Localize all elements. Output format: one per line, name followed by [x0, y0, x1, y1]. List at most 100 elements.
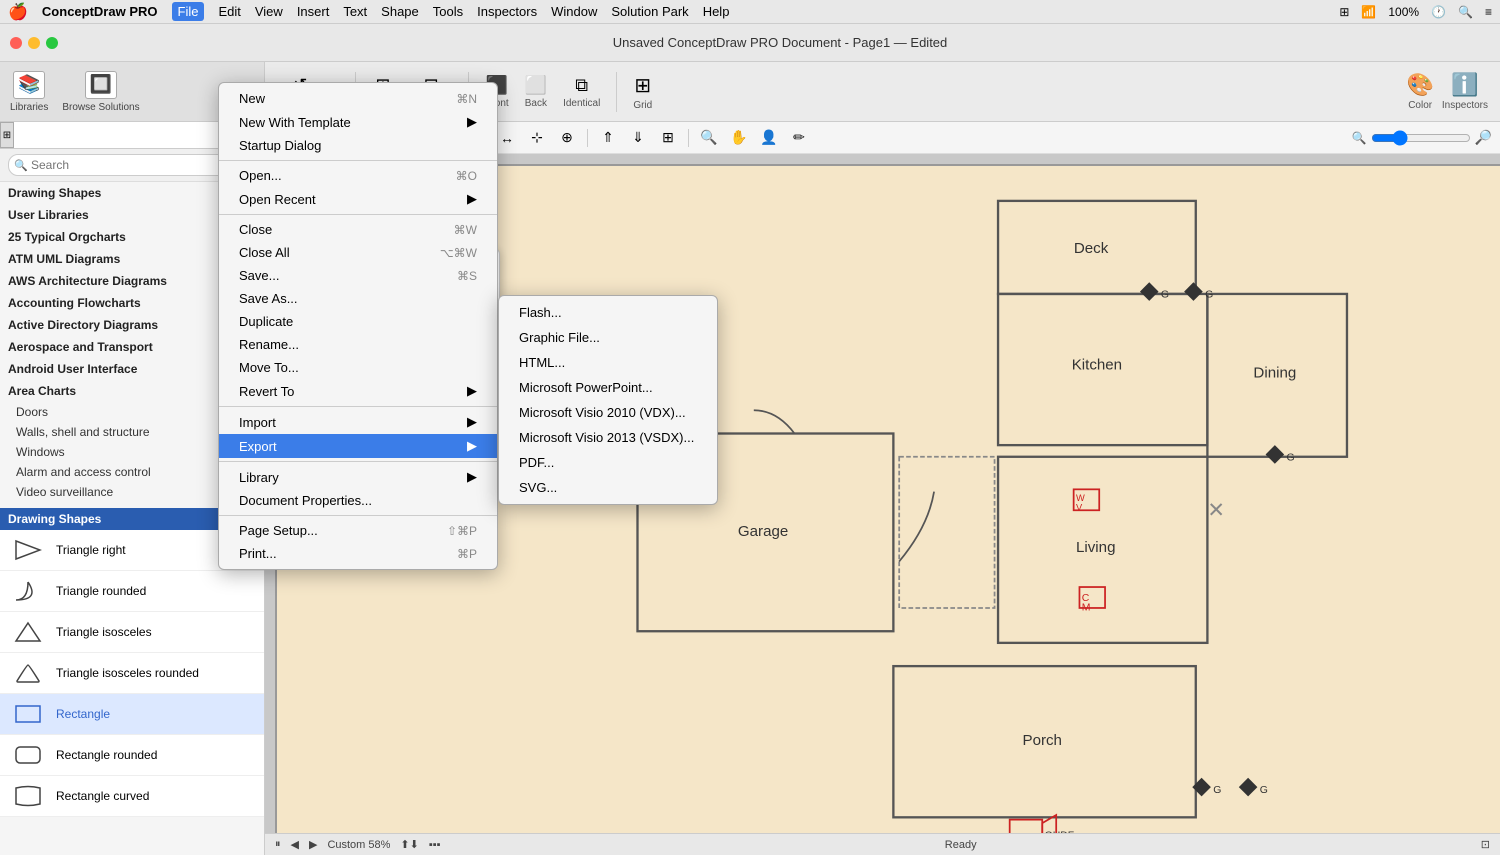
svg-text:OHDF: OHDF [1045, 830, 1075, 833]
menu-close[interactable]: Close ⌘W [265, 218, 497, 241]
menu-page-setup[interactable]: Page Setup... ⇧⌘P [265, 519, 497, 542]
app-body: 📚 Libraries 🔲 Browse Solutions ⊞ ⊞ 🔍 [0, 62, 1500, 855]
rectangle-rounded-icon [10, 741, 46, 769]
group-tool[interactable]: ⊞ [655, 126, 681, 150]
browse-solutions-button[interactable]: 🔲 Browse Solutions [62, 71, 139, 113]
app-name-menu[interactable]: ConceptDraw PRO [42, 4, 158, 19]
move-up-tool[interactable]: ⇑ [595, 126, 621, 150]
zoom-slider[interactable] [1371, 130, 1471, 146]
identical-group[interactable]: ⧉ Identical [559, 75, 604, 109]
svg-text:G: G [1213, 785, 1221, 796]
list-icon[interactable]: ≡ [1485, 5, 1492, 19]
export-visio-2013[interactable]: Microsoft Visio 2013 (VSDX)... [499, 425, 717, 450]
export-html[interactable]: HTML... [499, 350, 717, 375]
export-powerpoint[interactable]: Microsoft PowerPoint... [499, 375, 717, 400]
triangle-rounded-icon [10, 577, 46, 605]
right-toolbar-tools: 🎨 Color ℹ️ Inspectors [1406, 72, 1488, 111]
zoom-stepper[interactable]: ⬆⬇ [400, 838, 418, 851]
shape-label: Triangle rounded [56, 584, 146, 598]
search-menubar-icon[interactable]: 🔍 [1458, 5, 1473, 19]
zoom-out-icon[interactable]: 🔍 [1352, 131, 1367, 145]
pencil-tool[interactable]: ✏ [786, 126, 812, 150]
tab-left-arrow[interactable]: ⊞ [0, 122, 14, 148]
pause-button[interactable]: ⏸ [275, 838, 281, 851]
zoom-in-icon[interactable]: 🔎 [1475, 129, 1492, 146]
page-icons[interactable]: ▪▪▪ [429, 839, 441, 851]
inspectors-tool[interactable]: ℹ️ Inspectors [1442, 72, 1488, 111]
rectangle-icon [10, 700, 46, 728]
menubar-tools[interactable]: Tools [433, 4, 463, 19]
svg-text:Garage: Garage [738, 523, 788, 540]
menu-close-all[interactable]: Close All ⌥⌘W [265, 241, 497, 264]
export-pdf[interactable]: PDF... [499, 450, 717, 475]
apple-menu[interactable]: 🍎 [8, 2, 28, 22]
menubar-window[interactable]: Window [551, 4, 597, 19]
resize-handle[interactable]: ⊡ [1481, 838, 1490, 851]
sep3 [616, 72, 617, 112]
menu-open[interactable]: Open... ⌘O [265, 164, 497, 187]
person-tool[interactable]: 👤 [756, 126, 782, 150]
menu-startup-dialog[interactable]: Startup Dialog [265, 154, 497, 157]
next-page-button[interactable]: ▶ [309, 838, 317, 851]
svg-text:M: M [1082, 602, 1091, 613]
menu-print[interactable]: Print... ⌘P [265, 542, 497, 565]
wifi-icon: 📶 [1361, 5, 1376, 19]
crop-tool[interactable]: ⊹ [524, 126, 550, 150]
menubar-shape[interactable]: Shape [381, 4, 419, 19]
menubar-right: ⊞ 📶 100% 🕐 🔍 ≡ [1339, 5, 1492, 19]
shapes-tab[interactable] [14, 122, 250, 148]
back-group[interactable]: ⬜ Back [521, 75, 551, 109]
shape-label: Rectangle curved [56, 789, 149, 803]
menu-open-recent[interactable]: Open Recent ▶ [265, 187, 497, 211]
maximize-button[interactable] [46, 37, 58, 49]
search-icon: 🔍 [14, 159, 28, 172]
menu-save[interactable]: Save... ⌘S [265, 264, 497, 287]
color-tool[interactable]: 🎨 Color [1406, 72, 1433, 111]
minimize-button[interactable] [28, 37, 40, 49]
menubar-text[interactable]: Text [343, 4, 367, 19]
menu-duplicate[interactable]: Duplicate [265, 310, 497, 333]
menu-revert-to[interactable]: Revert To ▶ [265, 379, 497, 403]
shape-label: Rectangle rounded [56, 748, 157, 762]
grid-group[interactable]: ⊞ Grid [629, 73, 656, 111]
menu-move-to[interactable]: Move To... [265, 356, 497, 379]
shape-rectangle-rounded[interactable]: Rectangle rounded [0, 735, 264, 776]
close-button[interactable] [10, 37, 22, 49]
export-graphic[interactable]: Graphic File... [499, 325, 717, 350]
menubar-edit[interactable]: Edit [218, 4, 240, 19]
shape-triangle-rounded[interactable]: Triangle rounded [0, 571, 264, 612]
menubar-view[interactable]: View [255, 4, 283, 19]
menubar-inspectors[interactable]: Inspectors [477, 4, 537, 19]
menu-save-as[interactable]: Save As... [265, 287, 497, 310]
shape-rectangle[interactable]: Rectangle [0, 694, 264, 735]
shape-rectangle-curved[interactable]: Rectangle curved [0, 776, 264, 817]
menu-rename[interactable]: Rename... [265, 333, 497, 356]
app-window: 🍎 ConceptDraw PRO File Edit View Insert … [0, 0, 1500, 855]
prev-page-button[interactable]: ◀ [291, 838, 299, 851]
titlebar: Unsaved ConceptDraw PRO Document - Page1… [0, 24, 1500, 62]
menubar-insert[interactable]: Insert [297, 4, 330, 19]
svg-text:G: G [1161, 289, 1169, 300]
export-visio-2010[interactable]: Microsoft Visio 2010 (VDX)... [499, 400, 717, 425]
canvas-area[interactable]: Deck Kitchen Dining Garage Living [265, 154, 1500, 833]
export-flash[interactable]: Flash... [499, 300, 717, 325]
menubar-file[interactable]: File [172, 2, 205, 21]
draw-sep2 [587, 129, 588, 147]
shape-triangle-isosceles-rounded[interactable]: Triangle isosceles rounded [0, 653, 264, 694]
move-down-tool[interactable]: ⇓ [625, 126, 651, 150]
libraries-button[interactable]: 📚 Libraries [10, 71, 48, 113]
svg-text:Dining: Dining [1253, 365, 1296, 382]
menu-import[interactable]: Import ▶ [265, 410, 497, 434]
menu-sep2 [265, 214, 497, 215]
zoom-out-tool[interactable]: 🔍 [696, 126, 722, 150]
shape-triangle-isosceles[interactable]: Triangle isosceles [0, 612, 264, 653]
menu-export[interactable]: Export ▶ [265, 434, 497, 458]
export-svg[interactable]: SVG... [499, 475, 717, 500]
menu-doc-properties[interactable]: Document Properties... [265, 489, 497, 512]
hand-tool[interactable]: ✋ [726, 126, 752, 150]
menubar-solution-park[interactable]: Solution Park [611, 4, 688, 19]
connect-tool[interactable]: ⊕ [554, 126, 580, 150]
menu-library[interactable]: Library ▶ [265, 465, 497, 489]
menubar-help[interactable]: Help [703, 4, 730, 19]
svg-text:Kitchen: Kitchen [1072, 357, 1122, 374]
